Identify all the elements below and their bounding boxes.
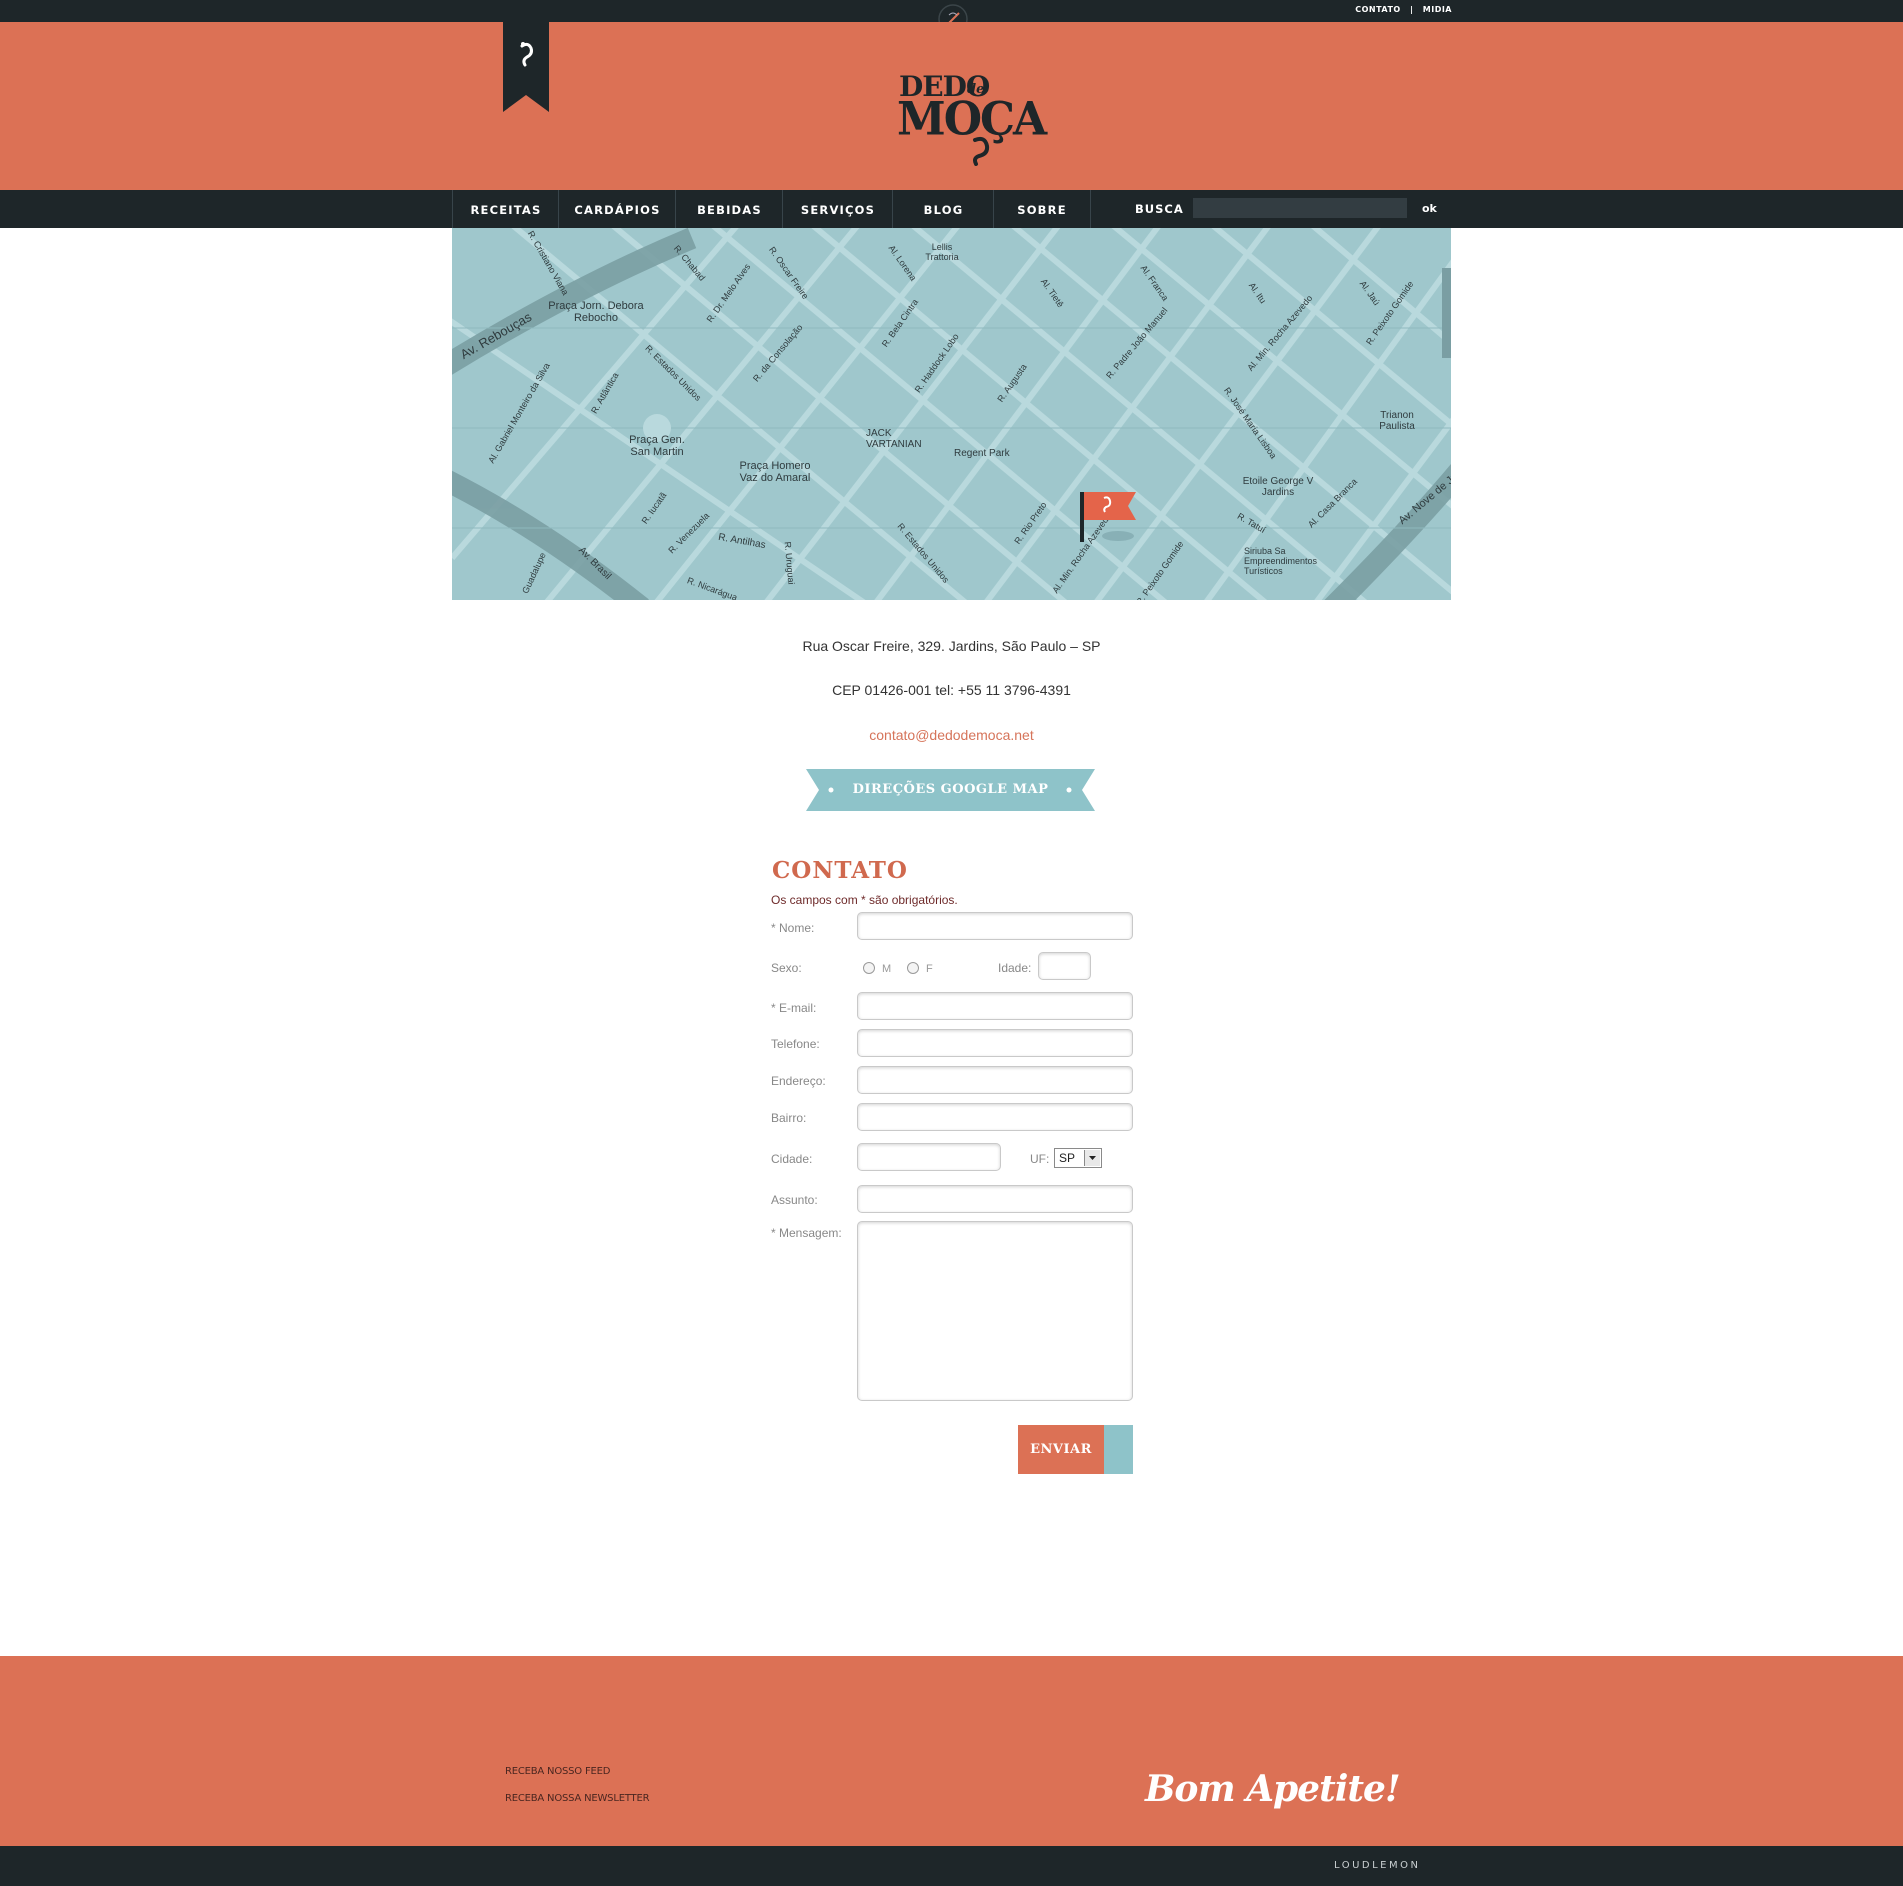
pepper-icon <box>973 136 990 166</box>
feed-link[interactable]: RECEBA NOSSO FEED <box>505 1766 610 1777</box>
nav-item-sobre[interactable]: SOBRE <box>993 190 1091 228</box>
map-marker-flag-icon[interactable] <box>1078 490 1138 550</box>
map-label: Praça Gen. San Martin <box>629 434 685 458</box>
telefone-label: Telefone: <box>771 1037 820 1051</box>
top-link-midia[interactable]: MIDIA <box>1423 5 1452 14</box>
email-input[interactable] <box>857 992 1133 1020</box>
map-label: Trianon Paulista <box>1379 410 1415 432</box>
map-label: JACK VARTANIAN <box>866 428 922 450</box>
uf-label: UF: <box>1030 1152 1050 1166</box>
cidade-input[interactable] <box>857 1143 1001 1171</box>
nav-item-bebidas[interactable]: BEBIDAS <box>675 190 783 228</box>
email-label: * E-mail: <box>771 1001 817 1015</box>
assunto-input[interactable] <box>857 1185 1133 1213</box>
map-label: Etoile George V Jardins <box>1242 476 1314 498</box>
sexo-label: Sexo: <box>771 961 802 975</box>
uf-selected-value: SP <box>1059 1151 1076 1165</box>
assunto-label: Assunto: <box>771 1193 818 1207</box>
main-nav: RECEITAS CARDÁPIOS BEBIDAS SERVIÇOS BLOG… <box>452 190 1451 228</box>
idade-input[interactable] <box>1038 952 1091 980</box>
enviar-button-accent <box>1104 1425 1133 1474</box>
uf-select[interactable]: SP <box>1054 1148 1102 1168</box>
search-label: BUSCA <box>1135 202 1184 216</box>
mensagem-label: * Mensagem: <box>771 1226 842 1240</box>
top-link-separator: | <box>1410 5 1414 14</box>
site-logo[interactable]: DEDO de MOÇA <box>895 70 1047 166</box>
required-fields-note: Os campos com * são obrigatórios. <box>771 893 958 907</box>
map-label: Siriuba Sa Empreendimentos Turísticos <box>1244 546 1318 576</box>
endereco-label: Endereço: <box>771 1074 826 1088</box>
nome-label: * Nome: <box>771 921 815 935</box>
enviar-button[interactable]: ENVIAR <box>1018 1425 1133 1474</box>
location-map[interactable]: Av. Rebouças R. Cristiano Viana Praça Jo… <box>452 228 1451 600</box>
google-map-directions-label: DIREÇÕES GOOGLE MAP <box>852 782 1049 797</box>
sexo-radio-m-label: M <box>882 963 892 975</box>
endereco-input[interactable] <box>857 1066 1133 1094</box>
address-line1: Rua Oscar Freire, 329. Jardins, São Paul… <box>802 638 1101 654</box>
map-label: Regent Park <box>954 448 1010 459</box>
google-map-directions-button[interactable]: DIREÇÕES GOOGLE MAP <box>806 769 1095 811</box>
map-label: Lellis Trattoria <box>925 242 959 262</box>
bottom-bar: LOUDLEMON <box>0 1846 1903 1886</box>
contact-email-link[interactable]: contato@dedodemoca.net <box>869 727 1033 743</box>
credit-link[interactable]: LOUDLEMON <box>1334 1860 1420 1871</box>
bairro-input[interactable] <box>857 1103 1133 1131</box>
newsletter-link[interactable]: RECEBA NOSSA NEWSLETTER <box>505 1793 650 1804</box>
nav-item-blog[interactable]: BLOG <box>892 190 994 228</box>
nav-item-servicos[interactable]: SERVIÇOS <box>782 190 893 228</box>
cidade-label: Cidade: <box>771 1152 813 1166</box>
top-link-contato[interactable]: CONTATO <box>1355 5 1401 14</box>
bairro-label: Bairro: <box>771 1111 807 1125</box>
map-streets <box>452 228 1451 600</box>
idade-label: Idade: <box>998 961 1032 975</box>
nav-item-cardapios[interactable]: CARDÁPIOS <box>558 190 676 228</box>
bookmark-ribbon-icon[interactable] <box>503 22 549 112</box>
enviar-button-label: ENVIAR <box>1018 1425 1104 1474</box>
footer: RECEBA NOSSO FEED RECEBA NOSSA NEWSLETTE… <box>0 1656 1903 1846</box>
chevron-down-icon[interactable] <box>1084 1150 1100 1166</box>
telefone-input[interactable] <box>857 1029 1133 1057</box>
nome-input[interactable] <box>857 912 1133 940</box>
sexo-radio-f[interactable] <box>907 962 919 974</box>
search-ok-button[interactable]: ok <box>1422 190 1437 228</box>
tagline: Bom Apetite! <box>1145 1768 1401 1810</box>
email-row: contato@dedodemoca.net <box>0 727 1903 743</box>
sexo-radio-m[interactable] <box>863 962 875 974</box>
top-links: CONTATO | MIDIA <box>1349 5 1452 14</box>
nav-item-receitas[interactable]: RECEITAS <box>452 190 559 228</box>
contact-form-title: CONTATO <box>772 857 908 884</box>
sexo-radio-f-label: F <box>926 963 933 975</box>
map-label: Praça Homero Vaz do Amaral <box>739 460 811 484</box>
map-label: Praça Jorn. Debora Rebocho <box>548 300 644 324</box>
mensagem-textarea[interactable] <box>857 1221 1133 1401</box>
address-line2: CEP 01426-001 tel: +55 11 3796-4391 <box>832 682 1071 698</box>
search-input[interactable] <box>1193 198 1407 218</box>
